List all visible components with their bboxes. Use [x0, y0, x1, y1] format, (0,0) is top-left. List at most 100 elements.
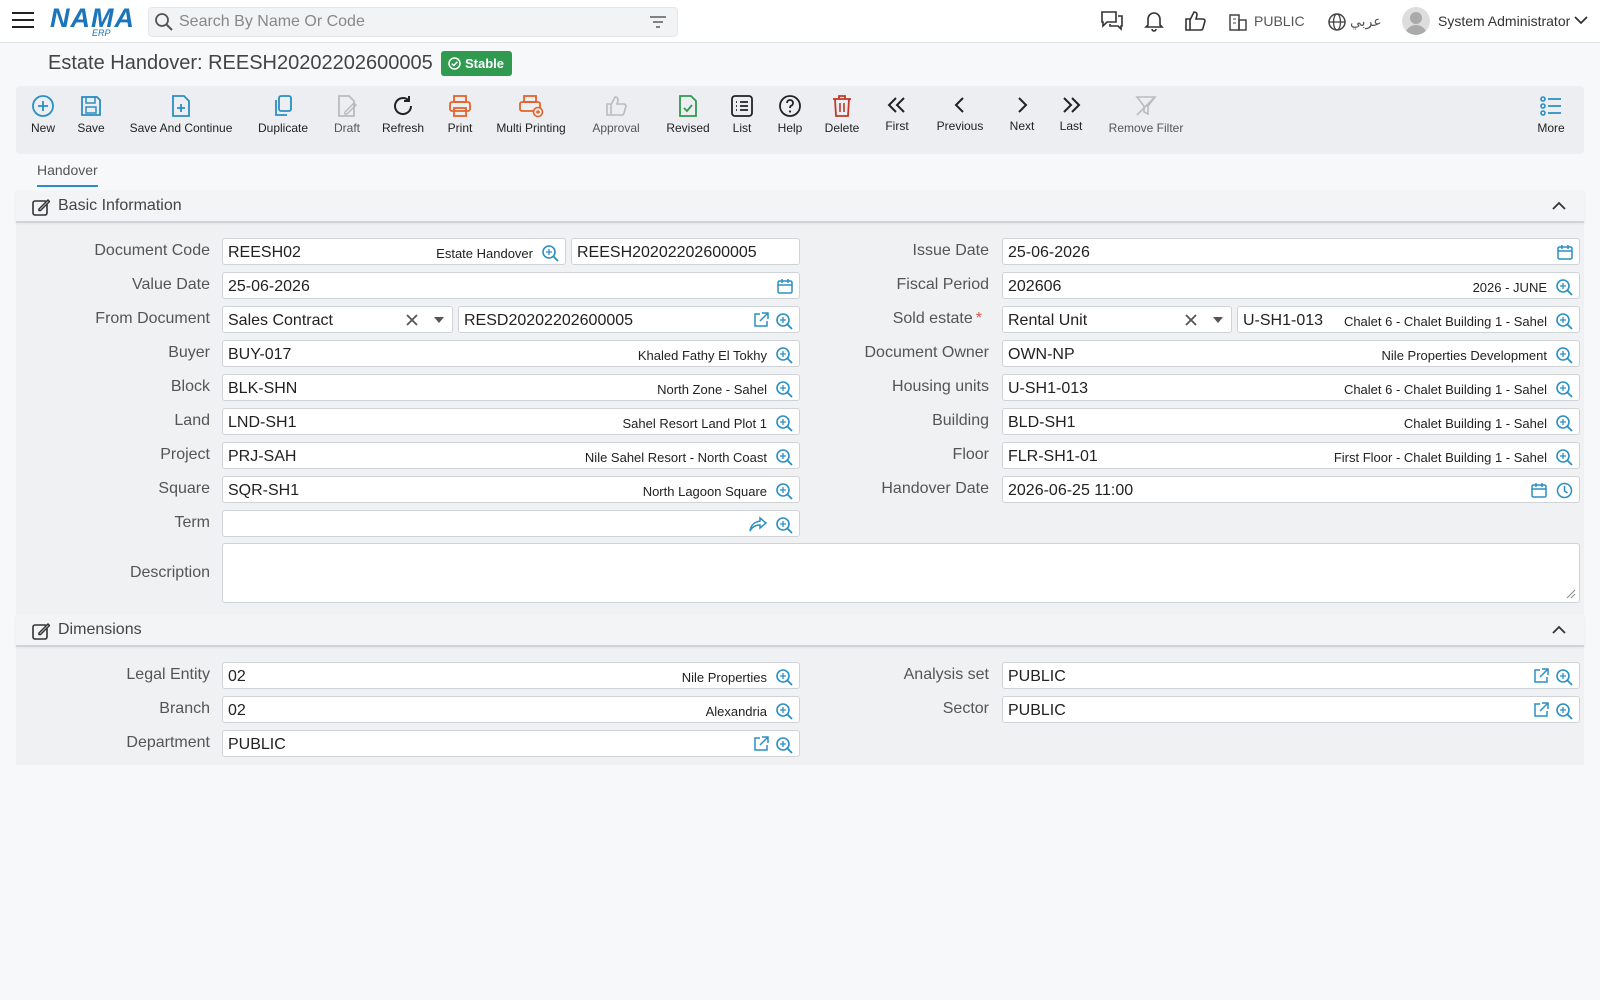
- search-lookup-icon[interactable]: [775, 702, 793, 720]
- search-lookup-icon[interactable]: [775, 448, 793, 466]
- sold-estate-unit-field[interactable]: U-SH1-013 Chalet 6 - Chalet Building 1 -…: [1237, 306, 1580, 333]
- label-sold-estate: Sold estate *: [892, 310, 982, 327]
- duplicate-button[interactable]: Duplicate: [256, 94, 310, 135]
- search-lookup-icon[interactable]: [775, 312, 793, 330]
- document-number-field[interactable]: REESH20202202600005: [571, 238, 800, 265]
- search-lookup-icon[interactable]: [775, 736, 793, 754]
- sector-field[interactable]: PUBLIC: [1002, 696, 1580, 723]
- entity-label[interactable]: PUBLIC: [1254, 13, 1305, 29]
- next-button[interactable]: Next: [1007, 94, 1037, 133]
- square-field[interactable]: SQR-SH1 North Lagoon Square: [222, 476, 800, 503]
- search-lookup-icon[interactable]: [775, 516, 793, 534]
- analysis-set-field[interactable]: PUBLIC: [1002, 662, 1580, 689]
- new-button[interactable]: New: [30, 94, 56, 135]
- search-lookup-icon[interactable]: [775, 668, 793, 686]
- document-code-field[interactable]: REESH02 Estate Handover: [222, 238, 566, 265]
- thumbs-up-icon[interactable]: [1184, 10, 1206, 32]
- resize-handle-icon[interactable]: [1566, 589, 1576, 599]
- block-field[interactable]: BLK-SHN North Zone - Sahel: [222, 374, 800, 401]
- dropdown-arrow-icon[interactable]: [434, 317, 444, 323]
- land-field[interactable]: LND-SH1 Sahel Resort Land Plot 1: [222, 408, 800, 435]
- language-toggle[interactable]: عربي: [1350, 13, 1382, 30]
- search-lookup-icon[interactable]: [1555, 278, 1573, 296]
- tab-handover[interactable]: Handover: [37, 162, 98, 187]
- list-button[interactable]: List: [729, 94, 755, 135]
- bell-icon[interactable]: [1143, 10, 1165, 32]
- chevron-up-icon[interactable]: [1552, 625, 1566, 634]
- clear-icon[interactable]: [1185, 314, 1197, 326]
- app-logo[interactable]: NAMA ERP: [50, 5, 134, 39]
- search-lookup-icon[interactable]: [1555, 702, 1573, 720]
- legal-entity-field[interactable]: 02 Nile Properties: [222, 662, 800, 689]
- calendar-icon[interactable]: [1531, 482, 1547, 498]
- search-lookup-icon[interactable]: [1555, 414, 1573, 432]
- search-lookup-icon[interactable]: [1555, 380, 1573, 398]
- branch-field[interactable]: 02 Alexandria: [222, 696, 800, 723]
- department-field[interactable]: PUBLIC: [222, 730, 800, 757]
- handover-date-field[interactable]: 2026-06-25 11:00: [1002, 476, 1580, 503]
- building-field[interactable]: BLD-SH1 Chalet Building 1 - Sahel: [1002, 408, 1580, 435]
- term-field[interactable]: [222, 510, 800, 537]
- more-button[interactable]: More: [1536, 94, 1566, 135]
- search-lookup-icon[interactable]: [1555, 312, 1573, 330]
- description-textarea[interactable]: [222, 543, 1580, 603]
- revised-button[interactable]: Revised: [664, 94, 712, 135]
- help-button[interactable]: Help: [776, 94, 804, 135]
- buyer-field[interactable]: BUY-017 Khaled Fathy El Tokhy: [222, 340, 800, 367]
- previous-button[interactable]: Previous: [933, 94, 987, 133]
- external-link-icon[interactable]: [1533, 668, 1549, 684]
- multi-printing-button[interactable]: Multi Printing: [495, 94, 567, 135]
- housing-units-field[interactable]: U-SH1-013 Chalet 6 - Chalet Building 1 -…: [1002, 374, 1580, 401]
- filter-icon[interactable]: [649, 14, 667, 30]
- avatar[interactable]: [1402, 7, 1430, 35]
- first-button[interactable]: First: [882, 94, 912, 133]
- value-date-field[interactable]: 25-06-2026: [222, 272, 800, 299]
- legal-entity-name: Nile Properties: [681, 670, 767, 685]
- share-icon[interactable]: [749, 516, 767, 532]
- save-button[interactable]: Save: [76, 94, 106, 135]
- last-button[interactable]: Last: [1056, 94, 1086, 133]
- menu-icon[interactable]: [12, 12, 34, 30]
- search-lookup-icon[interactable]: [1555, 346, 1573, 364]
- search-lookup-icon[interactable]: [1555, 448, 1573, 466]
- refresh-button[interactable]: Refresh: [381, 94, 425, 135]
- from-document-number-field[interactable]: RESD20202202600005: [458, 306, 800, 333]
- search-lookup-icon[interactable]: [775, 414, 793, 432]
- chevron-down-icon[interactable]: [1574, 15, 1588, 25]
- floor-field[interactable]: FLR-SH1-01 First Floor - Chalet Building…: [1002, 442, 1580, 469]
- section-dimensions[interactable]: Dimensions: [16, 614, 1584, 647]
- external-link-icon[interactable]: [753, 736, 769, 752]
- project-name: Nile Sahel Resort - North Coast: [584, 450, 767, 465]
- draft-button[interactable]: Draft: [332, 94, 362, 135]
- dropdown-arrow-icon[interactable]: [1213, 317, 1223, 323]
- calendar-icon[interactable]: [1557, 244, 1573, 260]
- document-owner-field[interactable]: OWN-NP Nile Properties Development: [1002, 340, 1580, 367]
- external-link-icon[interactable]: [753, 312, 769, 328]
- search-lookup-icon[interactable]: [541, 244, 559, 262]
- clock-icon[interactable]: [1556, 482, 1573, 499]
- trash-icon: [833, 95, 851, 117]
- external-link-icon[interactable]: [1533, 702, 1549, 718]
- chat-icon[interactable]: [1100, 10, 1124, 32]
- globe-icon[interactable]: [1327, 12, 1347, 32]
- from-document-type-select[interactable]: Sales Contract: [222, 306, 453, 333]
- search-lookup-icon[interactable]: [1555, 668, 1573, 686]
- project-field[interactable]: PRJ-SAH Nile Sahel Resort - North Coast: [222, 442, 800, 469]
- search-lookup-icon[interactable]: [775, 482, 793, 500]
- chevron-up-icon[interactable]: [1552, 201, 1566, 210]
- sold-estate-type-select[interactable]: Rental Unit: [1002, 306, 1232, 333]
- remove-filter-button[interactable]: Remove Filter: [1104, 94, 1188, 135]
- save-and-continue-button[interactable]: Save And Continue: [129, 94, 233, 135]
- search-lookup-icon[interactable]: [775, 346, 793, 364]
- approval-button[interactable]: Approval: [589, 94, 643, 135]
- search-lookup-icon[interactable]: [775, 380, 793, 398]
- print-button[interactable]: Print: [445, 94, 475, 135]
- section-basic-information[interactable]: Basic Information: [16, 190, 1584, 223]
- search-input[interactable]: [179, 11, 619, 33]
- user-name[interactable]: System Administrator: [1438, 13, 1570, 29]
- delete-button[interactable]: Delete: [823, 94, 861, 135]
- fiscal-period-field[interactable]: 202606 2026 - JUNE: [1002, 272, 1580, 299]
- calendar-icon[interactable]: [777, 278, 793, 294]
- clear-icon[interactable]: [406, 314, 418, 326]
- issue-date-field[interactable]: 25-06-2026: [1002, 238, 1580, 265]
